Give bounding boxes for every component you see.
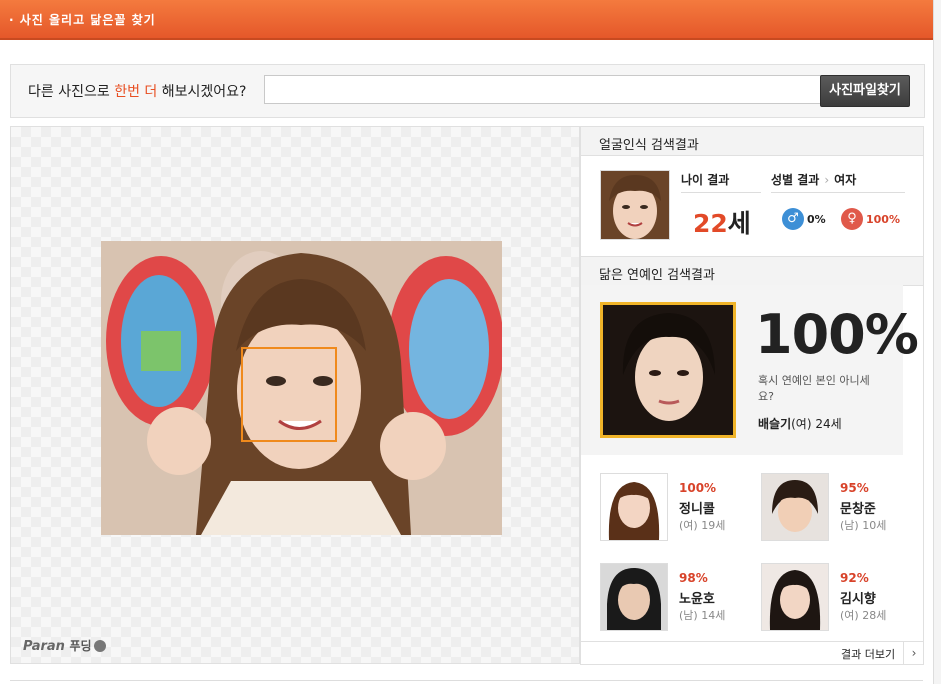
celebrity-result-header: 닮은 연예인 검색결과 xyxy=(581,256,923,286)
similar-name: 문창준 xyxy=(840,502,876,517)
similar-name: 정니콜 xyxy=(679,502,715,517)
similar-percent: 95% xyxy=(840,481,869,495)
results-panel: 얼굴인식 검색결과 나이 결과 22세 성별 결과 › 여자 ♂ 0% ♀ 100%… xyxy=(580,126,924,665)
prompt-text: 다른 사진으로 xyxy=(28,84,115,100)
similar-percent: 98% xyxy=(679,571,708,585)
gender-label-text: 성별 결과 xyxy=(771,173,820,187)
similar-percent: 100% xyxy=(679,481,717,495)
top-match-percent: 100% xyxy=(755,303,919,366)
gender-result-label: 성별 결과 › 여자 xyxy=(771,171,856,188)
age-number: 22 xyxy=(693,209,728,238)
top-match-info: (여) 24세 xyxy=(791,417,842,431)
top-match-photo[interactable] xyxy=(600,302,736,438)
upload-bar: 다른 사진으로 한번 더 해보시겠어요? 사진파일찾기 xyxy=(10,64,925,118)
similar-celebrity-item[interactable]: 95% 문창준 (남) 10세 xyxy=(761,473,911,543)
prompt-text-end: 해보시겠어요? xyxy=(157,84,247,100)
similar-celebrity-item[interactable]: 100% 정니콜 (여) 19세 xyxy=(600,473,750,543)
similar-celebrity-item[interactable]: 92% 김시향 (여) 28세 xyxy=(761,563,911,633)
find-photo-file-button[interactable]: 사진파일찾기 xyxy=(820,75,910,107)
similar-info: (남) 14세 xyxy=(679,609,726,622)
pudding-logo-icon xyxy=(93,640,106,652)
similar-info: (여) 28세 xyxy=(840,609,887,622)
retry-prompt: 다른 사진으로 한번 더 해보시겠어요? xyxy=(28,81,246,101)
face-result-header: 얼굴인식 검색결과 xyxy=(581,127,923,156)
celebrity-photo[interactable] xyxy=(761,563,829,631)
brand-service: 푸딩 xyxy=(69,639,92,653)
face-result-heading: 얼굴인식 검색결과 xyxy=(599,138,699,153)
gender-value: 여자 xyxy=(834,173,857,187)
more-results-button[interactable]: 결과 더보기 xyxy=(841,646,895,662)
more-results-bar: 결과 더보기 › xyxy=(581,641,923,665)
top-match-name[interactable]: 배슬기(여) 24세 xyxy=(758,415,842,432)
celebrity-result-heading: 닮은 연예인 검색결과 xyxy=(599,268,715,283)
celebrity-photo[interactable] xyxy=(600,563,668,631)
face-detection-box xyxy=(241,347,337,442)
similar-info: (남) 10세 xyxy=(840,519,887,532)
similar-info: (여) 19세 xyxy=(679,519,726,532)
chevron-right-icon: › xyxy=(824,173,830,187)
page-title: · 사진 올리고 닮은꼴 찾기 xyxy=(9,13,156,27)
celebrity-photo[interactable] xyxy=(761,473,829,541)
photo-stage: Paran 푸딩 xyxy=(10,126,580,664)
age-result-value: 22세 xyxy=(693,204,751,240)
chevron-right-icon[interactable]: › xyxy=(903,642,924,665)
brand-name: Paran xyxy=(23,639,65,654)
age-result-label: 나이 결과 xyxy=(681,173,730,187)
prompt-highlight: 한번 더 xyxy=(114,84,158,100)
top-match-name-text: 배슬기 xyxy=(758,417,792,431)
top-match-question: 혹시 연예인 본인 아니세요? xyxy=(758,374,870,403)
paran-pudding-logo: Paran 푸딩 xyxy=(23,637,106,654)
female-percent: 100% xyxy=(866,213,900,226)
male-percent: 0% xyxy=(807,213,826,226)
similar-celebrity-item[interactable]: 98% 노윤호 (남) 14세 xyxy=(600,563,750,633)
divider xyxy=(771,192,905,193)
similar-name: 김시향 xyxy=(840,592,876,607)
detected-face-thumbnail xyxy=(600,170,670,240)
top-match-card[interactable]: 100% 혹시 연예인 본인 아니세요? 배슬기(여) 24세 xyxy=(581,285,919,455)
divider xyxy=(681,192,761,193)
scrollbar[interactable] xyxy=(933,0,941,684)
title-bar: · 사진 올리고 닮은꼴 찾기 xyxy=(0,0,933,40)
divider xyxy=(10,680,923,681)
uploaded-photo xyxy=(101,241,502,535)
female-icon: ♀ xyxy=(841,208,863,230)
similar-name: 노윤호 xyxy=(679,592,715,607)
age-unit: 세 xyxy=(727,209,751,238)
male-icon: ♂ xyxy=(782,208,804,230)
similar-percent: 92% xyxy=(840,571,869,585)
celebrity-photo[interactable] xyxy=(600,473,668,541)
file-path-input[interactable] xyxy=(264,75,822,104)
